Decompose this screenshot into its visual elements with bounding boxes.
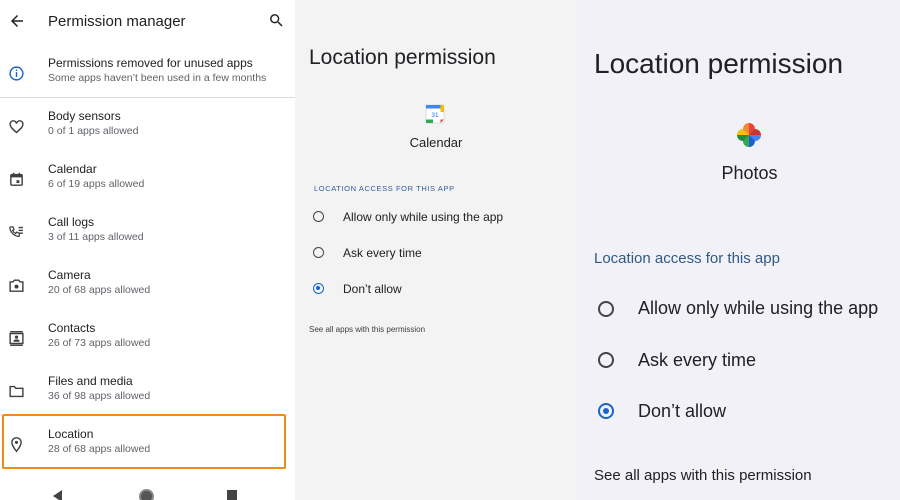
- app-name: Calendar: [409, 135, 463, 150]
- option-label: Allow only while using the app: [343, 210, 504, 224]
- permission-item-contacts[interactable]: Contacts 26 of 73 apps allowed: [0, 315, 295, 365]
- permission-item-files-and-media[interactable]: Files and media 36 of 98 apps allowed: [0, 368, 295, 418]
- option-label: Ask every time: [638, 350, 757, 370]
- location-highlight-box: [2, 414, 286, 469]
- permission-item-calendar[interactable]: Calendar 6 of 19 apps allowed: [0, 156, 295, 206]
- nav-back-icon[interactable]: [53, 490, 62, 500]
- search-icon[interactable]: [268, 12, 285, 29]
- permission-item-body-sensors[interactable]: Body sensors 0 of 1 apps allowed: [0, 103, 295, 153]
- contacts-icon: [9, 331, 24, 346]
- radio-button[interactable]: [598, 301, 614, 317]
- option-label: Don’t allow: [638, 401, 727, 421]
- permission-label: Camera: [48, 268, 91, 282]
- radio-button[interactable]: [313, 211, 324, 222]
- permission-label: Contacts: [48, 321, 96, 335]
- system-navigation-bar: [0, 480, 295, 500]
- option-label: Ask every time: [343, 246, 422, 260]
- permission-count: 3 of 11 apps allowed: [48, 231, 144, 243]
- permission-manager-screen: Permission manager Permissions removed f…: [0, 0, 295, 500]
- permission-count: 20 of 68 apps allowed: [48, 284, 151, 296]
- nav-home-icon[interactable]: [139, 489, 154, 500]
- permission-label: Files and media: [48, 374, 133, 388]
- back-arrow-icon[interactable]: [8, 12, 26, 30]
- radio-button-selected[interactable]: [598, 403, 614, 419]
- camera-icon: [9, 279, 24, 292]
- option-label: Don’t allow: [343, 282, 402, 296]
- permission-item-camera[interactable]: Camera 20 of 68 apps allowed: [0, 262, 295, 312]
- radio-button[interactable]: [598, 352, 614, 368]
- permission-count: 6 of 19 apps allowed: [48, 178, 145, 190]
- calendar-app-icon: 31: [425, 104, 445, 124]
- radio-button-selected[interactable]: [313, 283, 324, 294]
- option-label: Allow only while using the app: [638, 298, 879, 318]
- permission-count: 26 of 73 apps allowed: [48, 337, 151, 349]
- photos-location-permission-screen: Location permission Photos Location acce…: [577, 0, 900, 500]
- permission-label: Call logs: [48, 215, 95, 229]
- permission-label: Calendar: [48, 162, 97, 176]
- permission-count: 0 of 1 apps allowed: [48, 125, 139, 137]
- heart-icon: [9, 120, 24, 134]
- divider: [0, 97, 295, 98]
- info-icon: [9, 66, 24, 81]
- calendar-icon-date: 31: [431, 112, 439, 119]
- unused-apps-subtitle: Some apps haven’t been used in a few mon…: [48, 72, 267, 84]
- call-log-icon: [9, 226, 23, 238]
- see-all-apps-link[interactable]: See all apps with this permission: [594, 467, 812, 484]
- permission-label: Body sensors: [48, 109, 121, 123]
- page-title: Permission manager: [48, 13, 186, 30]
- app-name: Photos: [721, 163, 778, 183]
- unused-apps-title: Permissions removed for unused apps: [48, 56, 253, 70]
- permission-item-call-logs[interactable]: Call logs 3 of 11 apps allowed: [0, 209, 295, 259]
- calendar-icon: [10, 172, 23, 186]
- folder-icon: [9, 385, 24, 398]
- permission-count: 36 of 98 apps allowed: [48, 390, 151, 402]
- photos-app-icon: [737, 123, 761, 147]
- calendar-location-permission-screen: Location permission 31 Calendar LOCATION…: [295, 0, 577, 500]
- radio-button[interactable]: [313, 247, 324, 258]
- section-header: LOCATION ACCESS FOR THIS APP: [314, 184, 455, 193]
- section-header: Location access for this app: [594, 250, 780, 267]
- unused-apps-item[interactable]: Permissions removed for unused apps Some…: [0, 50, 295, 100]
- app-bar: Permission manager: [0, 0, 295, 44]
- screen-title: Location permission: [309, 46, 496, 69]
- see-all-apps-link[interactable]: See all apps with this permission: [309, 325, 425, 334]
- screen-title: Location permission: [594, 48, 844, 79]
- nav-recents-icon[interactable]: [227, 490, 237, 500]
